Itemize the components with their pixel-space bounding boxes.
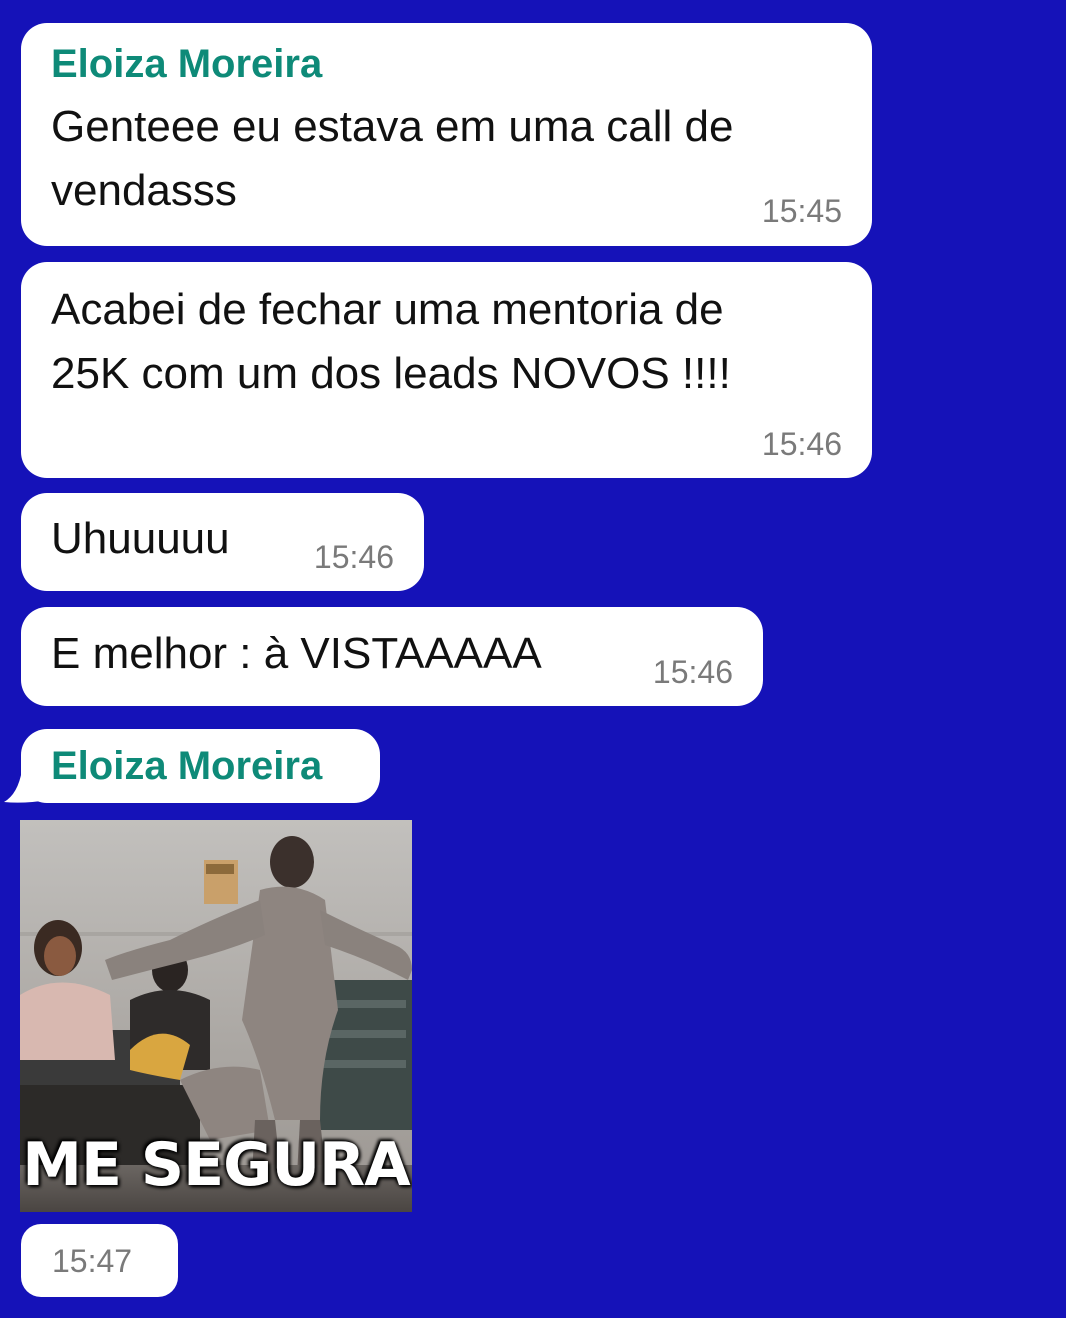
message-bubble[interactable]: Eloiza Moreira Genteee eu estava em uma … [21,23,872,246]
message-timestamp: 15:46 [761,426,842,462]
message-text: Uhuuuuu [51,514,230,563]
message-bubble[interactable]: E melhor : à VISTAAAAA 15:46 [21,607,763,706]
message-text: E melhor : à VISTAAAAA [51,629,542,678]
message-timestamp: 15:47 [52,1243,133,1279]
message-timestamp: 15:46 [652,654,733,690]
message-text: vendasss [51,166,237,215]
chat-thread[interactable]: Eloiza Moreira Genteee eu estava em uma … [0,0,1066,1318]
sender-name[interactable]: Eloiza Moreira [51,40,322,88]
sender-name[interactable]: Eloiza Moreira [51,742,322,790]
message-bubble[interactable]: Eloiza Moreira [21,729,380,803]
message-bubble[interactable]: 15:47 [21,1224,178,1297]
gif-media[interactable]: ME SEGURA [20,820,412,1212]
message-bubble[interactable]: Uhuuuuu 15:46 [21,493,424,591]
message-text: Acabei de fechar uma mentoria de [51,285,724,334]
message-timestamp: 15:46 [313,539,394,575]
gif-caption: ME SEGURA [22,1130,410,1200]
message-text: Genteee eu estava em uma call de [51,102,734,151]
message-text: 25K com um dos leads NOVOS !!!! [51,349,731,398]
message-timestamp: 15:45 [761,193,842,229]
message-bubble[interactable]: Acabei de fechar uma mentoria de 25K com… [21,262,872,478]
